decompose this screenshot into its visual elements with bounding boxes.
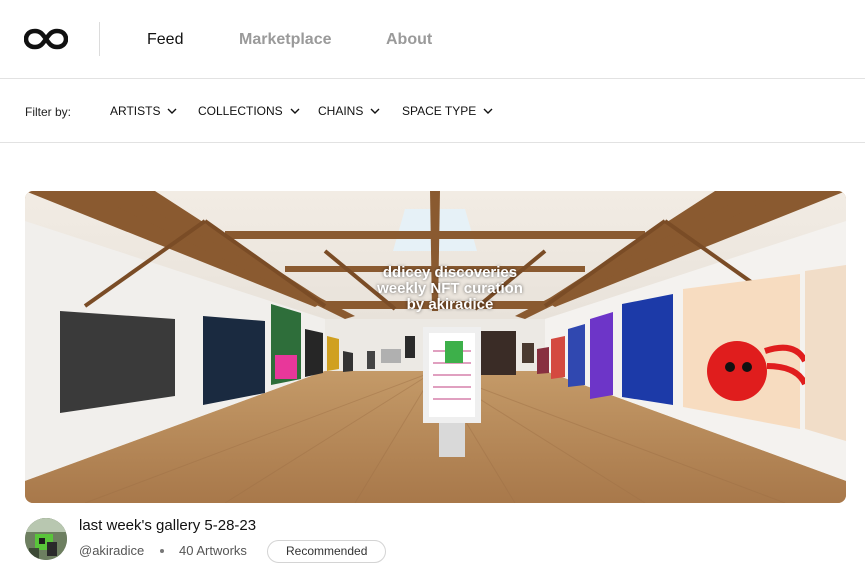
gallery-preview-image[interactable]: ddicey discoveries weekly NFT curation b… — [25, 191, 846, 503]
filter-bar: Filter by: ARTISTS COLLECTIONS CHAINS SP… — [0, 79, 865, 143]
filter-artists-label: ARTISTS — [110, 104, 161, 118]
chevron-down-icon — [290, 108, 300, 114]
nav-feed[interactable]: Feed — [147, 30, 183, 50]
chevron-down-icon — [483, 108, 493, 114]
nav-marketplace[interactable]: Marketplace — [239, 30, 332, 50]
gallery-title[interactable]: last week's gallery 5-28-23 — [79, 517, 256, 534]
filter-collections-dropdown[interactable]: COLLECTIONS — [198, 104, 300, 118]
filter-space-type-label: SPACE TYPE — [402, 104, 477, 118]
nav-about[interactable]: About — [386, 30, 432, 50]
gallery-3d-scene — [25, 191, 846, 503]
recommended-badge: Recommended — [267, 540, 387, 563]
filter-artists-dropdown[interactable]: ARTISTS — [110, 104, 177, 118]
artworks-count: 40 Artworks — [179, 543, 247, 558]
avatar-image — [25, 518, 67, 560]
filter-chains-dropdown[interactable]: CHAINS — [318, 104, 380, 118]
filter-label: Filter by: — [25, 105, 72, 119]
overlay-line-2: weekly NFT curation — [377, 280, 523, 297]
chevron-down-icon — [167, 108, 177, 114]
header-divider — [99, 22, 100, 56]
filter-space-type-dropdown[interactable]: SPACE TYPE — [402, 104, 493, 118]
gallery-overlay-title: ddicey discoveries weekly NFT curation b… — [335, 265, 565, 313]
filter-collections-label: COLLECTIONS — [198, 104, 283, 118]
top-navbar: Feed Marketplace About — [0, 0, 865, 79]
separator-dot — [160, 549, 164, 553]
infinity-logo-icon[interactable] — [24, 26, 68, 52]
avatar[interactable] — [25, 518, 67, 560]
filter-chains-label: CHAINS — [318, 104, 364, 118]
overlay-line-3: by akiradice — [406, 296, 494, 313]
gallery-username-link[interactable]: @akiradice — [79, 543, 144, 558]
chevron-down-icon — [370, 108, 380, 114]
overlay-line-1: ddicey discoveries — [382, 264, 518, 281]
